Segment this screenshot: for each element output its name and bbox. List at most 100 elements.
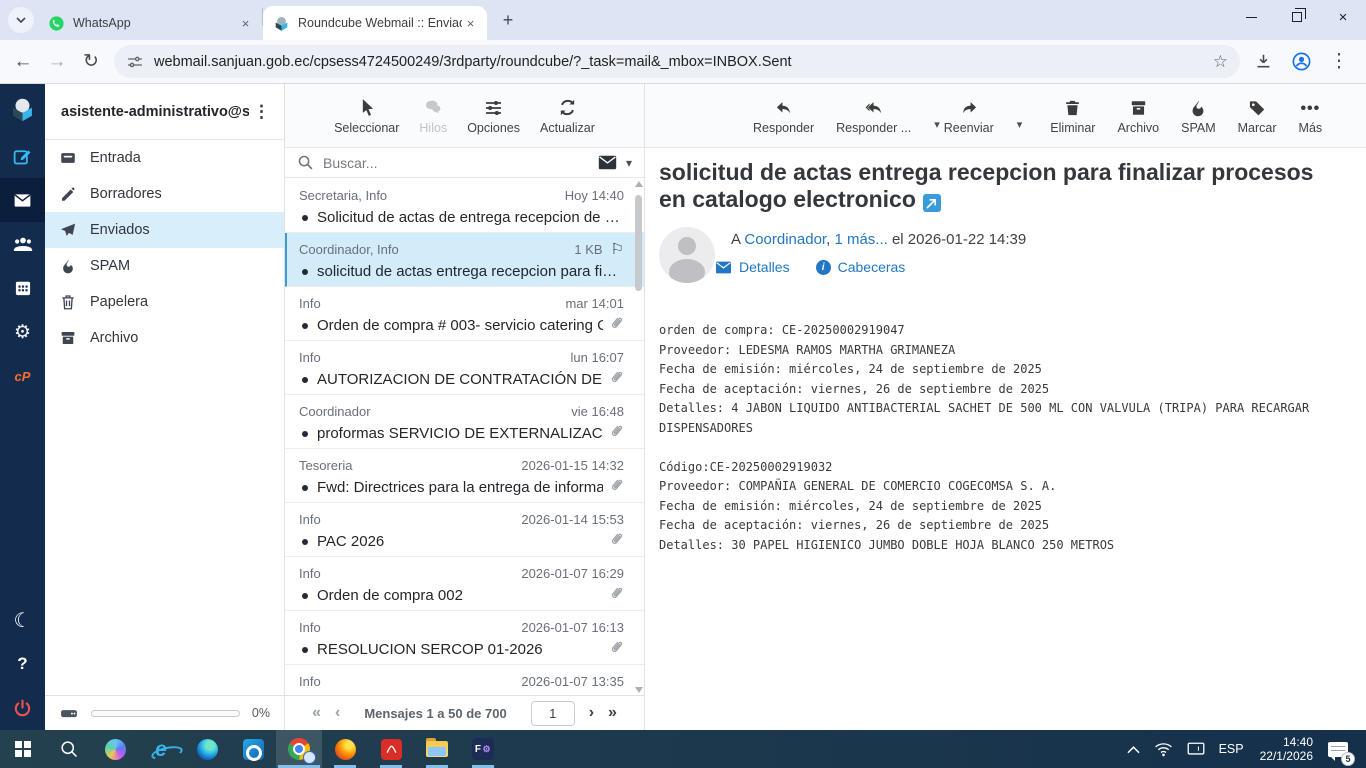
scroll-up-arrow[interactable] [635,181,643,187]
pinned-app-button[interactable]: F⚙ [460,730,506,768]
mail-nav-button[interactable] [0,178,45,222]
help-button[interactable]: ? [0,642,45,686]
forward-menu-caret[interactable]: ▾ [1017,118,1023,131]
copilot-button[interactable] [92,730,138,768]
next-page-button[interactable]: › [589,704,594,722]
reply-all-button[interactable]: Responder ... [836,96,911,135]
more-button[interactable]: ••• Más [1299,96,1323,135]
profile-icon [1291,51,1312,72]
threads-button[interactable]: Hilos [419,96,447,135]
tab-close-button[interactable]: × [462,15,479,32]
tab-search-button[interactable] [8,7,34,33]
notification-center-button[interactable]: 5 [1322,730,1360,768]
first-page-button[interactable]: « [312,704,321,722]
address-bar[interactable]: webmail.sanjuan.gob.ec/cpsess4724500249/… [114,45,1240,78]
downloads-button[interactable] [1246,45,1280,79]
archive-button[interactable]: Archivo [1117,96,1159,135]
internet-explorer-button[interactable]: e [138,730,184,768]
message-row[interactable]: Coordinador vie 16:48 ⚐ proformas SERVIC… [285,395,644,449]
tab-close-button[interactable]: × [237,15,254,32]
message-row[interactable]: Tesoreria 2026-01-15 14:32 ⚐ Fwd: Direct… [285,449,644,503]
folder-borradores[interactable]: Borradores [45,176,284,212]
folder-archivo[interactable]: Archivo [45,320,284,356]
profile-button[interactable] [1284,45,1318,79]
search-input[interactable] [323,155,589,171]
contacts-button[interactable] [0,222,45,266]
scrollbar-thumb[interactable] [635,195,642,291]
reply-all-menu-caret[interactable]: ▾ [934,118,940,131]
file-explorer-button[interactable] [414,730,460,768]
message-row[interactable]: Info mar 14:01 ⚐ Orden de compra # 003- … [285,287,644,341]
scroll-down-arrow[interactable] [635,687,643,693]
folder-spam[interactable]: SPAM [45,248,284,284]
file-explorer-icon [426,741,448,757]
clock[interactable]: 14:40 22/1/2026 [1251,735,1322,763]
list-scrollbar[interactable] [634,181,643,693]
tab-whatsapp[interactable]: WhatsApp × [38,6,262,40]
taskbar-search-button[interactable] [46,730,92,768]
mark-button[interactable]: Marcar [1238,96,1277,135]
tray-expand-button[interactable] [1120,730,1147,768]
more-recipients-link[interactable]: 1 más... [834,231,887,248]
cpanel-button[interactable]: cP [0,354,45,398]
search-scope-mail-icon[interactable] [598,155,617,170]
back-button[interactable]: ← [6,45,40,79]
wifi-button[interactable] [1147,730,1180,768]
message-row[interactable]: Coordinador, Info 1 KB ⚐ solicitud de ac… [285,233,644,287]
windows-taskbar: e F⚙ ESP [0,730,1366,768]
message-row[interactable]: Info 2026-01-14 15:53 ⚐ PAC 2026 [285,503,644,557]
delete-button[interactable]: Eliminar [1050,96,1095,135]
message-row[interactable]: Secretaria, Info Hoy 14:40 ⚐ Solicitud d… [285,179,644,233]
headers-toggle[interactable]: i Cabeceras [816,259,906,275]
browser-menu-button[interactable]: ⋮ [1322,45,1356,79]
options-button[interactable]: Opciones [467,96,520,135]
last-page-button[interactable]: » [608,704,617,722]
page-number-input[interactable] [531,701,575,726]
calendar-button[interactable] [0,266,45,310]
search-options-chevron[interactable]: ▾ [626,156,632,170]
refresh-icon [557,97,578,118]
close-button[interactable]: × [1320,0,1366,34]
reload-button[interactable]: ↻ [74,45,108,79]
bookmark-star-icon[interactable]: ☆ [1213,52,1228,72]
message-row[interactable]: Info lun 16:07 ⚐ AUTORIZACION DE CONTRAT… [285,341,644,395]
recipient-link[interactable]: Coordinador [744,231,826,248]
restore-button[interactable] [1274,0,1320,34]
chrome-button[interactable] [276,730,322,768]
forward-button[interactable]: → [40,45,74,79]
dark-mode-button[interactable]: ☾ [0,598,45,642]
message-date: 2026-01-14 15:53 [521,512,624,527]
folder-papelera[interactable]: Papelera [45,284,284,320]
unread-dot [302,593,308,599]
message-row[interactable]: Info 2026-01-07 16:29 ⚐ Orden de compra … [285,557,644,611]
details-toggle[interactable]: Detalles [715,259,790,275]
message-row[interactable]: Info 2026-01-07 16:13 ⚐ RESOLUCION SERCO… [285,611,644,665]
tab-roundcube[interactable]: Roundcube Webmail :: Enviados × [263,6,487,40]
outlook-button[interactable] [230,730,276,768]
settings-button[interactable]: ⚙ [0,310,45,354]
select-button[interactable]: Seleccionar [334,96,399,135]
logout-button[interactable] [0,686,45,730]
virtual-desktop-button[interactable] [1180,730,1212,768]
tray-time: 14:40 [1260,735,1313,749]
minimize-button[interactable] [1228,0,1274,34]
language-indicator[interactable]: ESP [1212,730,1251,768]
folder-entrada[interactable]: Entrada [45,140,284,176]
start-button[interactable] [0,730,46,768]
prev-page-button[interactable]: ‹ [335,704,340,722]
site-settings-icon[interactable] [126,53,144,71]
spam-button[interactable]: SPAM [1181,96,1216,135]
firefox-button[interactable] [322,730,368,768]
acrobat-button[interactable] [368,730,414,768]
compose-button[interactable] [0,134,45,178]
folder-enviados[interactable]: Enviados [45,212,284,248]
reply-button[interactable]: Responder [753,96,814,135]
edge-button[interactable] [184,730,230,768]
message-row[interactable]: Info 2026-01-07 13:35 ⚐ [285,665,644,695]
account-menu-button[interactable]: ⋮ [249,102,274,122]
external-link-icon[interactable] [923,194,941,212]
forward-button[interactable]: Reenviar [944,96,994,135]
refresh-button[interactable]: Actualizar [540,96,595,135]
new-tab-button[interactable]: + [495,7,521,33]
url-text[interactable]: webmail.sanjuan.gob.ec/cpsess4724500249/… [154,54,1205,70]
